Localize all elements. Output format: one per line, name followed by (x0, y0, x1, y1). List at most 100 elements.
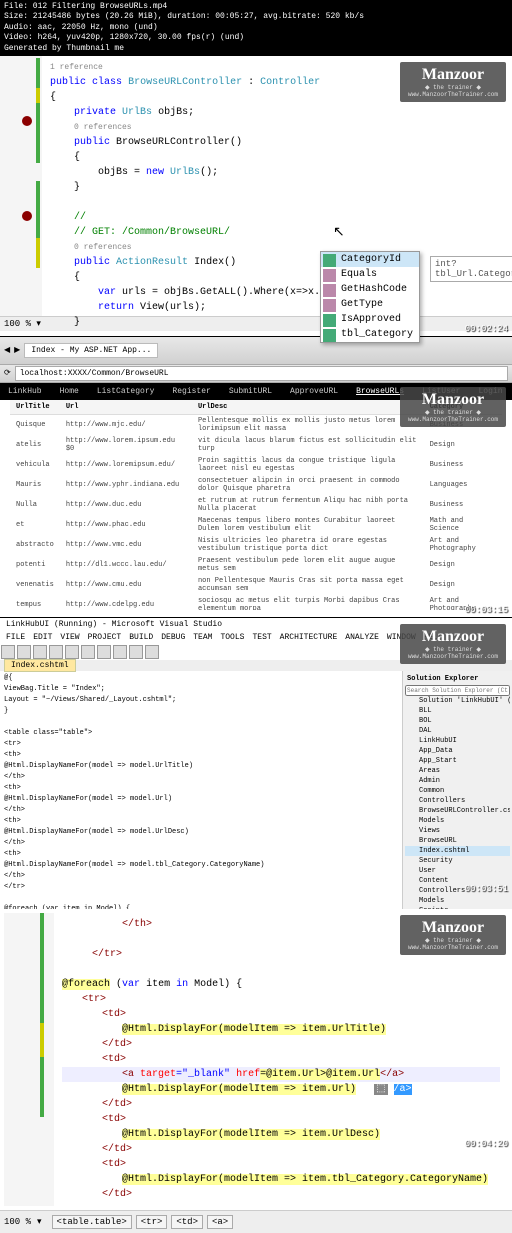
table-row: potentihttp://dl1.wccc.lau.edu/Praesent … (10, 555, 502, 575)
intellisense-item[interactable]: GetHashCode (321, 282, 419, 297)
table-cell: Proin sagittis lacus da congue tristique… (192, 455, 424, 475)
table-cell: http://www.lorem.ipsum.edu $0 (60, 435, 192, 455)
nav-link[interactable]: LinkHub (8, 387, 42, 396)
menu-item[interactable]: VIEW (60, 633, 79, 642)
breakpoint-icon[interactable] (22, 116, 32, 126)
solution-item[interactable]: App_Data (405, 746, 510, 756)
toolbar-button[interactable] (81, 645, 95, 659)
table-row: Nullahttp://www.duc.eduet rutrum at rutr… (10, 495, 502, 515)
intellisense-item[interactable]: IsApproved (321, 312, 419, 327)
toolbar-button[interactable] (145, 645, 159, 659)
menu-item[interactable]: TEAM (193, 633, 212, 642)
table-cell: http://www.phac.edu (60, 515, 192, 535)
intellisense-item[interactable]: Equals (321, 267, 419, 282)
breadcrumb-item[interactable]: <a> (207, 1215, 233, 1229)
intellisense-item[interactable]: tbl_Category (321, 327, 419, 342)
nav-link[interactable]: ApproveURL (290, 387, 338, 396)
code-editor[interactable]: </th> </tr> @foreach (var item in Model)… (54, 913, 508, 1206)
table-cell: non Pellentesque Mauris Cras sit porta m… (192, 575, 424, 595)
nav-link[interactable]: ListCategory (97, 387, 155, 396)
toolbar-button[interactable] (1, 645, 15, 659)
nav-link[interactable]: SubmitURL (229, 387, 272, 396)
meta-audio: Audio: aac, 22050 Hz, mono (und) (4, 23, 508, 33)
solution-item[interactable]: App_Start (405, 756, 510, 766)
menu-item[interactable]: BUILD (129, 633, 153, 642)
solution-item[interactable]: Security (405, 856, 510, 866)
nav-link[interactable]: BrowseURLs (356, 387, 404, 396)
table-cell: Praesent vestibulum pede lorem elit augu… (192, 555, 424, 575)
completion-popup[interactable]: /a> (394, 1084, 412, 1095)
solution-item[interactable]: Views (405, 826, 510, 836)
address-bar[interactable]: localhost:XXXX/Common/BrowseURL (15, 366, 508, 381)
breakpoint-icon[interactable] (22, 211, 32, 221)
back-icon[interactable]: ◀ (4, 345, 10, 355)
solution-item[interactable]: DAL (405, 726, 510, 736)
meta-video: Video: h264, yuv420p, 1280x720, 30.00 fp… (4, 33, 508, 43)
table-cell: abstracto (10, 535, 60, 555)
solution-item[interactable]: Admin (405, 776, 510, 786)
table-cell: Nisis ultricies leo pharetra id orare eg… (192, 535, 424, 555)
solution-item[interactable]: Areas (405, 766, 510, 776)
menu-item[interactable]: TEST (252, 633, 271, 642)
toolbar-button[interactable] (129, 645, 143, 659)
breadcrumb-item[interactable]: <table.table> (52, 1215, 132, 1229)
table-cell: Math and Science (424, 515, 502, 535)
panel-csharp-editor: Manzoor ◆ the trainer ◆ www.ManzoorTheTr… (0, 56, 512, 336)
panel-vs-ide: LinkHubUI (Running) - Microsoft Visual S… (0, 618, 512, 908)
breadcrumb-item[interactable]: <td> (171, 1215, 203, 1229)
solution-item[interactable]: BOL (405, 716, 510, 726)
reload-icon[interactable]: ⟳ (4, 368, 11, 378)
menu-item[interactable]: TOOLS (220, 633, 244, 642)
solution-item[interactable]: Solution 'LinkHubUI' (4 projects) (405, 696, 510, 706)
solution-item[interactable]: BLL (405, 706, 510, 716)
meta-gen: Generated by Thumbnail me (4, 44, 508, 54)
forward-icon[interactable]: ▶ (14, 345, 20, 355)
table-cell: Art and Photography (424, 535, 502, 555)
nav-link[interactable]: Home (60, 387, 79, 396)
smart-tag-icon[interactable]: ⬚ (374, 1084, 387, 1095)
solution-item[interactable]: User (405, 866, 510, 876)
table-cell: Languages (424, 475, 502, 495)
table-cell: Business (424, 495, 502, 515)
solution-item[interactable]: Controllers (405, 796, 510, 806)
table-cell: et (10, 515, 60, 535)
intellisense-popup[interactable]: CategoryId Equals GetHashCode GetType Is… (320, 251, 420, 343)
toolbar-button[interactable] (113, 645, 127, 659)
table-cell: Design (424, 435, 502, 455)
solution-item[interactable]: BrowseURLController.cs (405, 806, 510, 816)
menu-item[interactable]: ANALYZE (345, 633, 379, 642)
toolbar-button[interactable] (49, 645, 63, 659)
intellisense-item[interactable]: GetType (321, 297, 419, 312)
solution-item[interactable]: Index.cshtml (405, 846, 510, 856)
table-row: ethttp://www.phac.eduMaecenas tempus lib… (10, 515, 502, 535)
menu-item[interactable]: PROJECT (88, 633, 122, 642)
solution-item[interactable]: LinkHubUI (405, 736, 510, 746)
table-row: venenatishttp://www.cmu.edunon Pellentes… (10, 575, 502, 595)
menu-item[interactable]: ARCHITECTURE (280, 633, 338, 642)
watermark: Manzoor ◆ the trainer ◆ www.ManzoorTheTr… (400, 624, 506, 664)
toolbar-button[interactable] (17, 645, 31, 659)
toolbar-button[interactable] (65, 645, 79, 659)
intellisense-item[interactable]: CategoryId (321, 252, 419, 267)
toolbar-button[interactable] (97, 645, 111, 659)
nav-link[interactable]: Register (172, 387, 210, 396)
timestamp: 00:03:51 (465, 884, 508, 894)
toolbar-button[interactable] (33, 645, 47, 659)
watermark: Manzoor ◆ the trainer ◆ www.ManzoorTheTr… (400, 62, 506, 102)
table-cell: http://www.yphr.indiana.edu (60, 475, 192, 495)
solution-item[interactable]: Models (405, 816, 510, 826)
breadcrumb-item[interactable]: <tr> (136, 1215, 168, 1229)
solution-item[interactable]: Models (405, 896, 510, 906)
menu-item[interactable]: DEBUG (161, 633, 185, 642)
solution-search[interactable] (405, 685, 510, 696)
table-cell: http://dl1.wccc.lau.edu/ (60, 555, 192, 575)
menu-item[interactable]: EDIT (33, 633, 52, 642)
solution-item[interactable]: BrowseURL (405, 836, 510, 846)
zoom-level[interactable]: 100 % (4, 1217, 31, 1227)
solution-item[interactable]: Common (405, 786, 510, 796)
browser-tab[interactable]: Index - My ASP.NET App... (24, 343, 158, 358)
menu-item[interactable]: FILE (6, 633, 25, 642)
video-metadata: File: 012 Filtering BrowseURLs.mp4 Size:… (0, 0, 512, 56)
code-editor[interactable]: @{ ViewBag.Title = "Index"; Layout = "~/… (0, 671, 402, 931)
timestamp: 00:02:24 (465, 324, 508, 334)
